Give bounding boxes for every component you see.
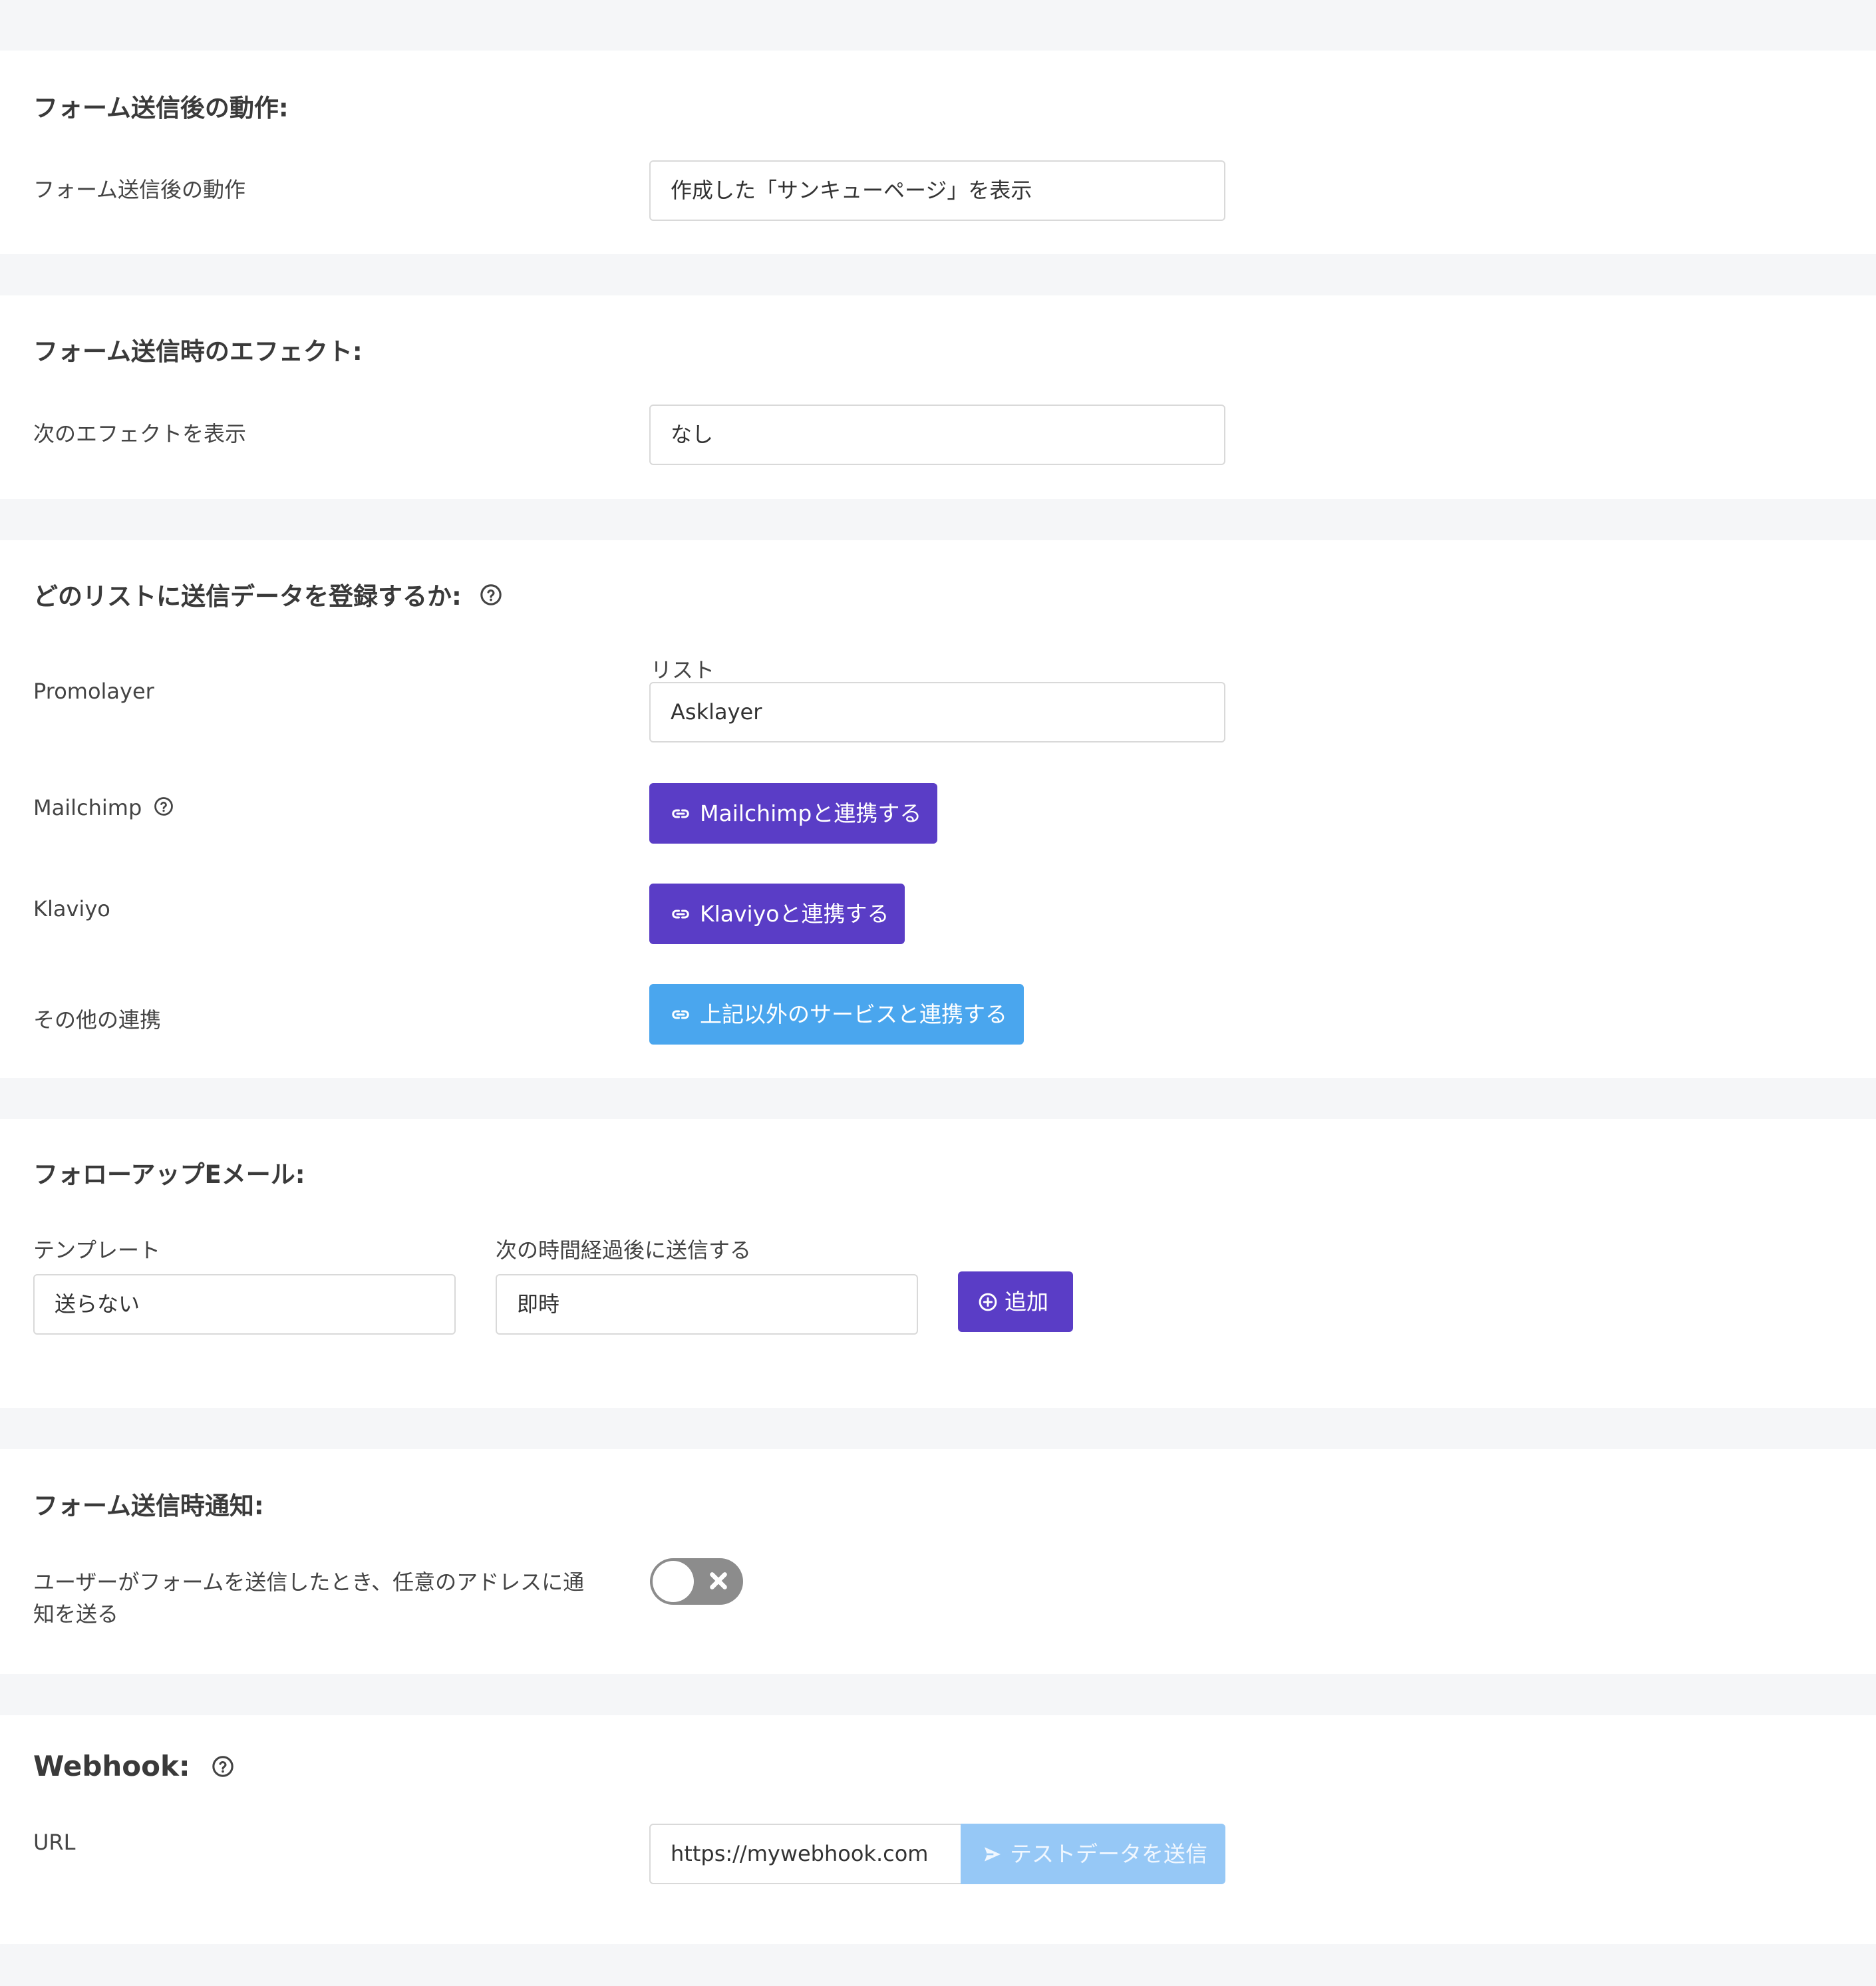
notification-label-line2: 知を送る <box>33 1601 119 1627</box>
other-connect-button[interactable]: 上記以外のサービスと連携する <box>649 984 1024 1045</box>
submit-effect-card <box>0 295 1876 499</box>
template-select[interactable]: 送らない <box>33 1274 456 1335</box>
toggle-knob <box>653 1561 694 1602</box>
send-icon <box>982 1844 1003 1865</box>
link-icon <box>671 904 691 924</box>
add-followup-button[interactable]: 追加 <box>958 1271 1073 1332</box>
delay-label: 次の時間経過後に送信する <box>496 1238 752 1263</box>
promolayer-label: Promolayer <box>33 679 154 704</box>
send-test-data-label: テストデータを送信 <box>1010 1841 1207 1867</box>
list-caption: リスト <box>651 657 715 683</box>
close-icon <box>706 1568 731 1596</box>
other-connect-label: 上記以外のサービスと連携する <box>700 1001 1007 1027</box>
submit-effect-title: フォーム送信時のエフェクト: <box>33 337 363 366</box>
klaviyo-connect-label: Klaviyoと連携する <box>700 901 889 927</box>
send-test-data-button[interactable]: テストデータを送信 <box>961 1824 1225 1884</box>
mailchimp-help-icon[interactable] <box>154 796 174 822</box>
submit-effect-select[interactable]: なし <box>649 405 1225 465</box>
list-select[interactable]: Asklayer <box>649 682 1225 743</box>
delay-select[interactable]: 即時 <box>496 1274 918 1335</box>
notification-label-line1: ユーザーがフォームを送信したとき、任意のアドレスに通 <box>33 1570 585 1595</box>
notification-toggle[interactable] <box>650 1558 743 1605</box>
followup-title: フォローアップEメール: <box>33 1160 305 1189</box>
other-integration-label: その他の連携 <box>33 1007 162 1033</box>
lists-title-text: どのリストに送信データを登録するか: <box>33 582 462 611</box>
after-submit-select[interactable]: 作成した「サンキューページ」を表示 <box>649 160 1225 221</box>
mailchimp-label: Mailchimp <box>33 795 174 822</box>
url-label: URL <box>33 1830 76 1855</box>
mailchimp-label-text: Mailchimp <box>33 795 142 820</box>
webhook-url-input[interactable]: https://mywebhook.com <box>649 1824 962 1884</box>
lists-title: どのリストに送信データを登録するか: <box>33 576 502 612</box>
link-icon <box>671 1005 691 1025</box>
notification-title: フォーム送信時通知: <box>33 1492 264 1520</box>
webhook-title: Webhook: <box>33 1750 234 1784</box>
submit-effect-label: 次のエフェクトを表示 <box>33 421 247 446</box>
after-submit-title: フォーム送信後の動作: <box>33 94 289 122</box>
after-submit-card <box>0 51 1876 254</box>
template-label: テンプレート <box>33 1238 161 1263</box>
webhook-help-icon[interactable] <box>212 1752 234 1784</box>
after-submit-label: フォーム送信後の動作 <box>33 177 246 202</box>
notification-card <box>0 1449 1876 1674</box>
help-icon[interactable] <box>480 583 502 612</box>
mailchimp-connect-label: Mailchimpと連携する <box>700 800 922 826</box>
klaviyo-connect-button[interactable]: Klaviyoと連携する <box>649 884 905 944</box>
webhook-title-text: Webhook: <box>33 1750 190 1782</box>
add-followup-label: 追加 <box>1005 1289 1048 1315</box>
plus-circle-icon <box>978 1292 998 1312</box>
klaviyo-label: Klaviyo <box>33 896 110 921</box>
mailchimp-connect-button[interactable]: Mailchimpと連携する <box>649 783 937 844</box>
link-icon <box>671 804 691 824</box>
